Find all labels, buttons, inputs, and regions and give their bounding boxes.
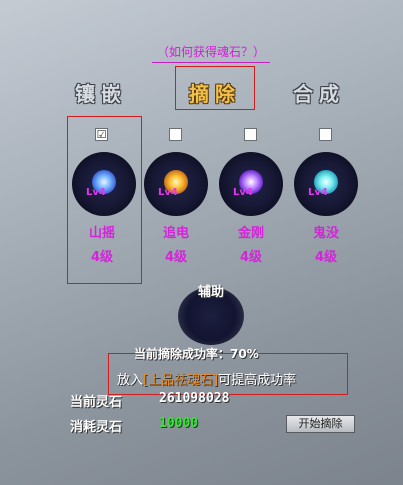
tab-remove[interactable]: 摘除 (180, 78, 250, 110)
gem-slot-4[interactable]: Lv4 (294, 152, 358, 216)
gem-badge: Lv4 (86, 187, 106, 198)
gem-badge: Lv4 (233, 187, 253, 198)
gem-level: 4级 (314, 250, 338, 265)
gem-slot-3[interactable]: Lv4 (219, 152, 283, 216)
start-remove-button[interactable]: 开始摘除 (286, 415, 355, 433)
hint-stone-name: [上品祛魂石] (143, 373, 219, 388)
current-stone-value: 261098028 (159, 391, 230, 406)
gem-name: 金刚 (237, 226, 264, 241)
help-link[interactable]: （如何获得魂石？） (152, 42, 270, 63)
current-stone-label: 当前灵石 (70, 395, 123, 410)
gem-badge: Lv4 (158, 187, 178, 198)
gem-checkbox-1[interactable]: ☑ (95, 128, 108, 141)
gem-checkbox-2[interactable] (169, 128, 182, 141)
gem-checkbox-4[interactable] (319, 128, 332, 141)
gem-slot-1[interactable]: Lv4 (72, 152, 136, 216)
cost-stone-value: 10000 (159, 416, 199, 431)
gem-name: 鬼没 (312, 226, 339, 241)
gem-level: 4级 (239, 250, 263, 265)
gem-name: 追电 (162, 226, 189, 241)
hint-text: 放入[上品祛魂石]可提高成功率 (117, 369, 342, 388)
gem-checkbox-3[interactable] (244, 128, 257, 141)
aux-label: 辅助 (197, 285, 224, 300)
gem-slot-2[interactable]: Lv4 (144, 152, 208, 216)
hint-prefix: 放入 (117, 373, 144, 388)
success-rate-text: 当前摘除成功率：70% (134, 347, 259, 361)
hint-suffix: 可提高成功率 (218, 373, 297, 388)
cost-stone-label: 消耗灵石 (70, 420, 123, 435)
gem-name: 山摇 (88, 226, 115, 241)
tab-combine[interactable]: 合成 (284, 78, 354, 110)
gem-badge: Lv4 (308, 187, 328, 198)
gem-level: 4级 (90, 250, 114, 265)
gem-level: 4级 (164, 250, 188, 265)
tab-inlay[interactable]: 镶嵌 (66, 78, 136, 110)
